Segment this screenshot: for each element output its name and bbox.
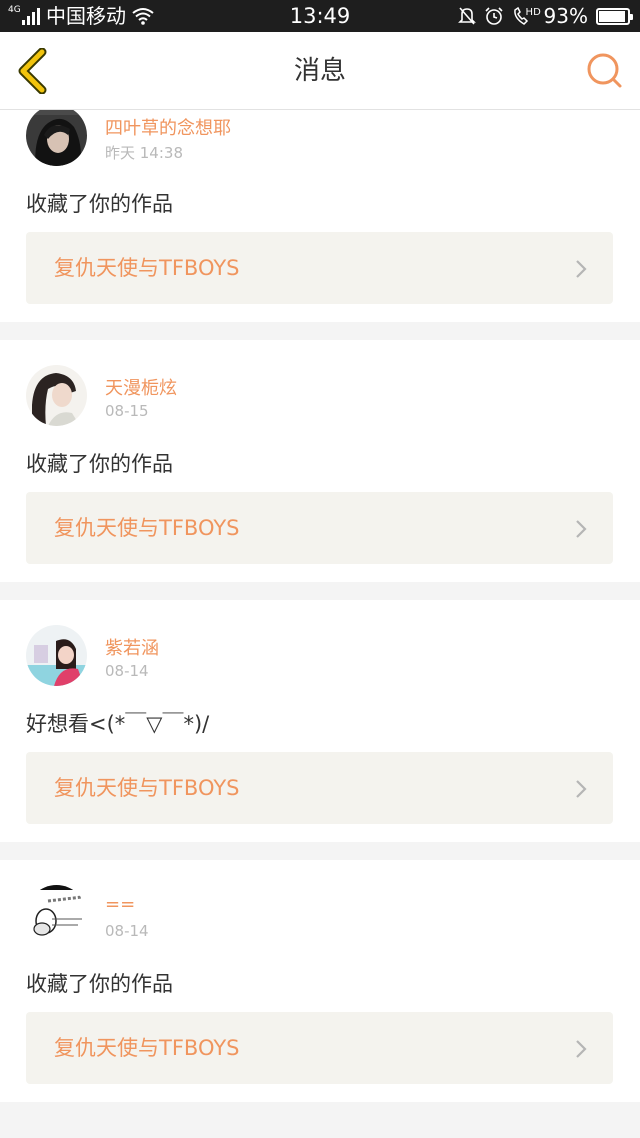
search-icon: [587, 53, 622, 88]
message-card: 四叶草的念想耶 昨天 14:38 收藏了你的作品 复仇天使与TFBOYS: [0, 110, 640, 322]
work-title: 复仇天使与TFBOYS: [54, 1036, 240, 1060]
hd-label: HD: [525, 7, 541, 18]
work-title: 复仇天使与TFBOYS: [54, 256, 240, 280]
work-title: 复仇天使与TFBOYS: [54, 516, 240, 540]
message-card: 紫若涵 08-14 好想看<(*￣▽￣*)/ 复仇天使与TFBOYS: [0, 600, 640, 842]
username[interactable]: 紫若涵: [105, 634, 159, 660]
work-link[interactable]: 复仇天使与TFBOYS: [26, 752, 613, 824]
message-text: 收藏了你的作品: [26, 972, 173, 996]
timestamp: 08-14: [105, 662, 149, 680]
battery-percent: 93%: [543, 4, 588, 28]
chevron-right-icon: [576, 260, 587, 278]
message-card: 天漫栀炫 08-15 收藏了你的作品 复仇天使与TFBOYS: [0, 340, 640, 582]
username[interactable]: 天漫栀炫: [105, 374, 177, 400]
username[interactable]: 四叶草的念想耶: [105, 114, 231, 140]
alarm-clock-icon: [484, 6, 504, 26]
battery-level-fill: [599, 10, 626, 22]
hd-call-icon: HD: [512, 6, 541, 26]
work-link[interactable]: 复仇天使与TFBOYS: [26, 1012, 613, 1084]
message-text: 收藏了你的作品: [26, 192, 173, 216]
work-title: 复仇天使与TFBOYS: [54, 776, 240, 800]
work-link[interactable]: 复仇天使与TFBOYS: [26, 492, 613, 564]
message-text: 收藏了你的作品: [26, 452, 173, 476]
status-bar: 4G 中国移动 13:49 HD 93%: [0, 0, 640, 32]
timestamp: 昨天 14:38: [105, 144, 183, 162]
top-navigation-bar: 消息: [0, 32, 640, 110]
chevron-right-icon: [576, 780, 587, 798]
message-text: 好想看<(*￣▽￣*)/: [26, 712, 210, 736]
message-card: == 08-14 收藏了你的作品 复仇天使与TFBOYS: [0, 860, 640, 1102]
user-avatar[interactable]: [26, 625, 87, 686]
work-link[interactable]: 复仇天使与TFBOYS: [26, 232, 613, 304]
user-avatar[interactable]: [26, 110, 87, 166]
battery-icon: [596, 7, 633, 25]
search-button[interactable]: [586, 52, 624, 90]
chevron-right-icon: [576, 1040, 587, 1058]
timestamp: 08-14: [105, 922, 149, 940]
timestamp: 08-15: [105, 402, 149, 420]
page-title: 消息: [293, 56, 346, 86]
bell-muted-icon: [457, 6, 476, 26]
chevron-right-icon: [576, 520, 587, 538]
user-avatar[interactable]: [26, 885, 87, 946]
message-list[interactable]: 四叶草的念想耶 昨天 14:38 收藏了你的作品 复仇天使与TFBOYS 天漫栀…: [0, 110, 640, 1138]
user-avatar[interactable]: [26, 365, 87, 426]
username[interactable]: ==: [105, 894, 135, 915]
status-bar-right: HD 93%: [457, 0, 633, 32]
